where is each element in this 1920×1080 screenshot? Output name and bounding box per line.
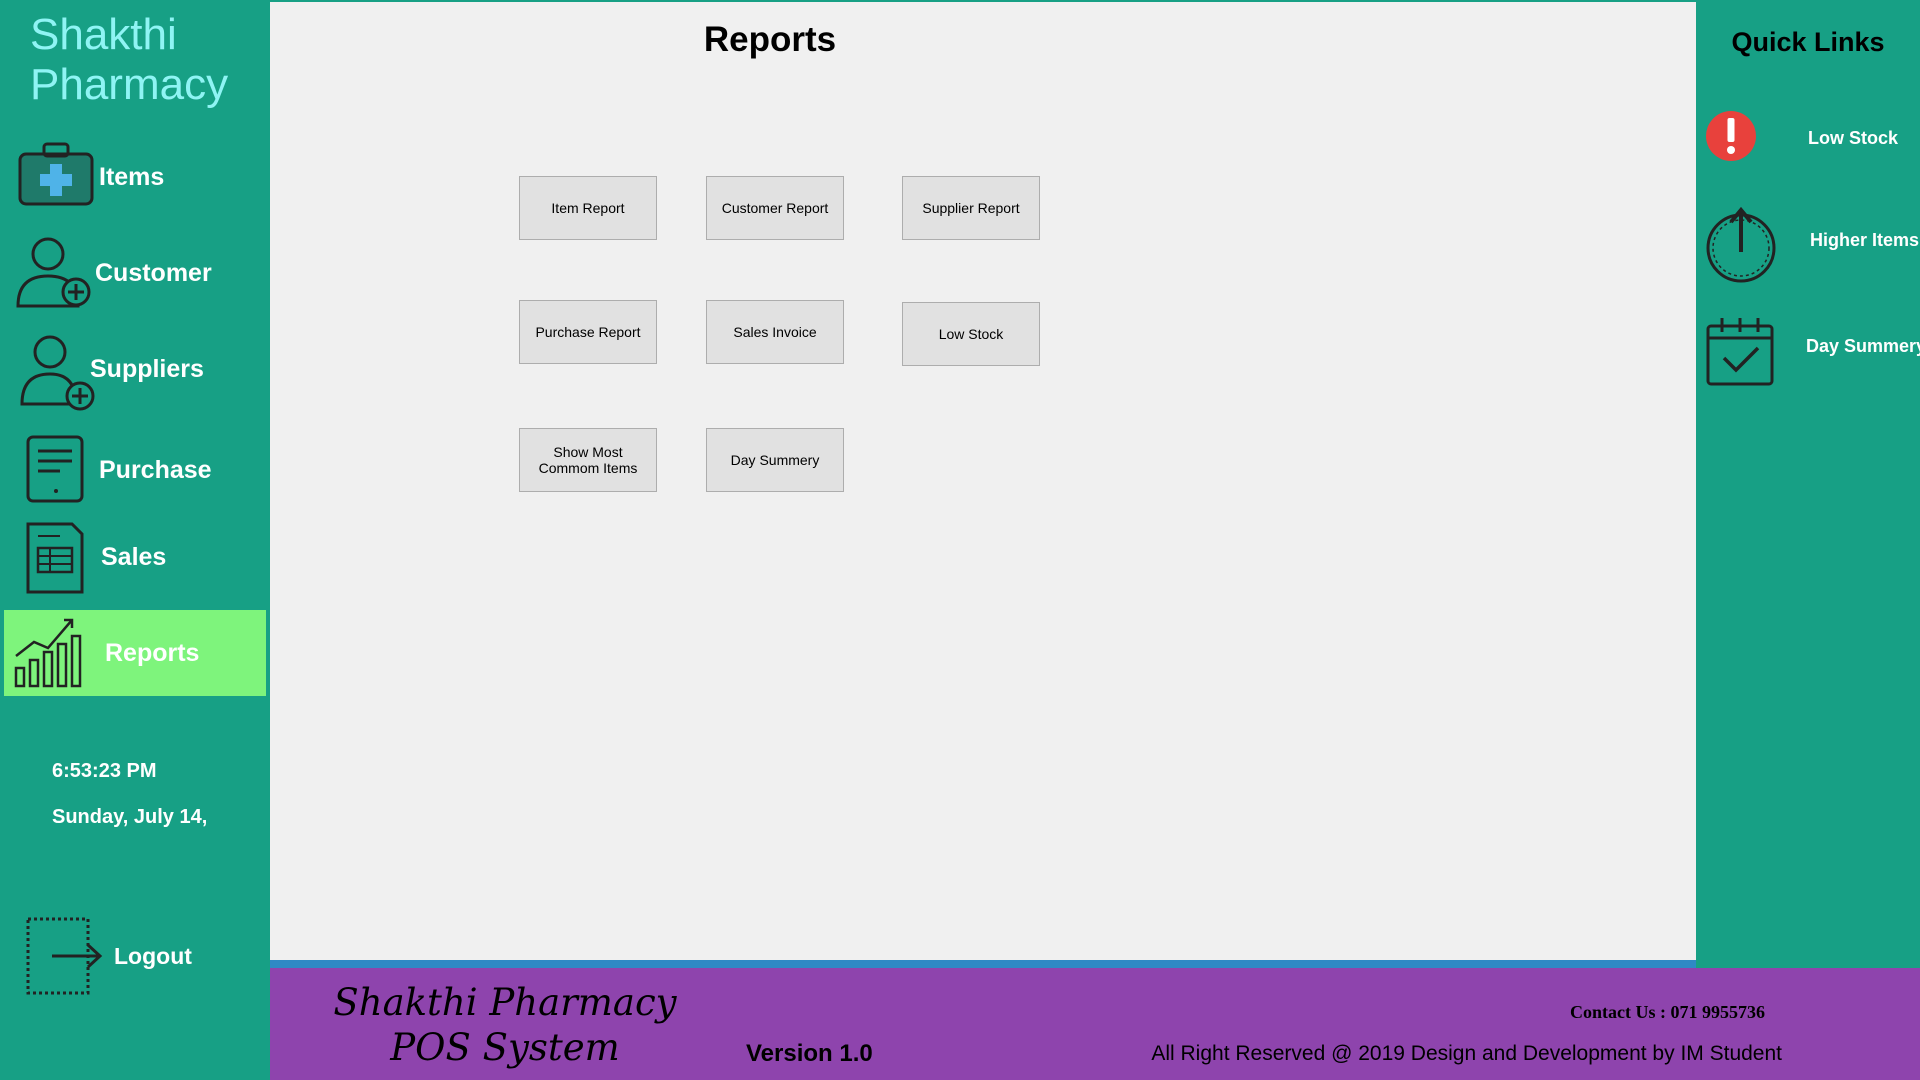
add-customer-icon (10, 230, 100, 316)
sidebar-item-label: Customer (95, 259, 212, 287)
app-brand: Shakthi Pharmacy (30, 10, 228, 110)
power-up-icon (1706, 204, 1776, 284)
purchase-document-icon (10, 427, 100, 513)
day-summery-button[interactable]: Day Summery (706, 428, 844, 492)
main-content: Reports Item Report Customer Report Supp… (270, 2, 1696, 960)
customer-report-button[interactable]: Customer Report (706, 176, 844, 240)
button-label: Low Stock (938, 326, 1004, 342)
quick-link-low-stock[interactable]: Low Stock (1706, 98, 1920, 188)
clock-time: 6:53:23 PM (52, 760, 157, 782)
bar-chart-icon (10, 610, 100, 696)
button-label: Customer Report (721, 200, 829, 216)
button-label-line-2: Commom Items (538, 460, 638, 476)
sidebar: Shakthi Pharmacy Items Customer Supplier… (0, 0, 270, 1080)
sales-invoice-button[interactable]: Sales Invoice (706, 300, 844, 364)
supplier-report-button[interactable]: Supplier Report (902, 176, 1040, 240)
sidebar-item-label: Suppliers (90, 355, 204, 383)
quick-links-panel: Quick Links Low Stock Higher Items Day S… (1696, 0, 1920, 968)
quick-link-label: Higher Items (1810, 230, 1920, 250)
sales-sheet-icon (10, 514, 100, 600)
medical-kit-icon (10, 134, 100, 220)
sidebar-item-purchase[interactable]: Purchase (4, 427, 266, 513)
logout-label: Logout (114, 943, 192, 969)
button-label: Day Summery (730, 452, 820, 468)
alert-icon (1706, 106, 1776, 186)
brand-line-1: Shakthi (30, 10, 177, 59)
button-label: Purchase Report (535, 324, 641, 340)
quick-link-day-summery[interactable]: Day Summery (1706, 310, 1920, 400)
brand-line-2: Pharmacy (30, 60, 229, 109)
sidebar-item-label: Reports (105, 639, 200, 667)
button-label: Show Most Commom Items (539, 444, 638, 476)
clock-date: Sunday, July 14, (52, 806, 208, 828)
sidebar-item-sales[interactable]: Sales (4, 514, 266, 600)
footer-system-name: Shakthi Pharmacy POS System (270, 980, 740, 1070)
sidebar-item-label: Items (99, 163, 165, 191)
sidebar-item-customer[interactable]: Customer (4, 230, 266, 316)
footer-version: Version 1.0 (746, 1040, 873, 1067)
footer-rights: All Right Reserved @ 2019 Design and Dev… (1151, 1042, 1782, 1065)
quick-links-title: Quick Links (1731, 27, 1885, 57)
button-label: Supplier Report (922, 200, 1020, 216)
button-label-line-1: Show Most (553, 444, 623, 460)
sidebar-item-label: Sales (101, 543, 167, 571)
quick-link-higher-items[interactable]: Higher Items (1706, 200, 1920, 290)
low-stock-button[interactable]: Low Stock (902, 302, 1040, 366)
most-common-items-button[interactable]: Show Most Commom Items (519, 428, 657, 492)
sidebar-item-items[interactable]: Items (4, 134, 266, 220)
calendar-check-icon (1706, 316, 1776, 396)
content-divider (270, 960, 1696, 968)
logout-icon (24, 915, 104, 1002)
purchase-report-button[interactable]: Purchase Report (519, 300, 657, 364)
item-report-button[interactable]: Item Report (519, 176, 657, 240)
logout-button[interactable]: Logout (24, 915, 254, 997)
quick-link-label: Low Stock (1808, 128, 1899, 148)
footer-system-line-1: Shakthi Pharmacy (333, 981, 677, 1024)
sidebar-item-label: Purchase (99, 456, 212, 484)
sidebar-item-reports[interactable]: Reports (4, 610, 266, 696)
button-label: Sales Invoice (733, 324, 817, 340)
page-title: Reports (703, 20, 837, 59)
footer: Shakthi Pharmacy POS System Version 1.0 … (270, 968, 1920, 1080)
footer-system-line-2: POS System (390, 1026, 620, 1069)
add-supplier-icon (10, 326, 100, 412)
quick-link-label: Day Summery (1806, 336, 1920, 356)
footer-contact: Contact Us : 071 9955736 (1570, 1002, 1765, 1022)
button-label: Item Report (551, 200, 625, 216)
sidebar-item-suppliers[interactable]: Suppliers (4, 326, 266, 412)
